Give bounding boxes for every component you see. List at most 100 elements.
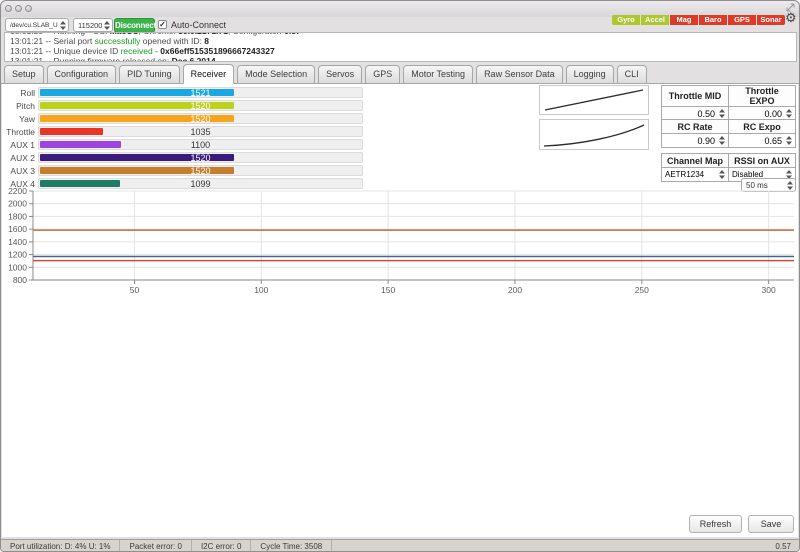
number-stepper-icon[interactable]: [719, 109, 725, 118]
tab-configuration[interactable]: Configuration: [46, 65, 117, 84]
zoom-window-button[interactable]: [25, 5, 32, 12]
channel-row-throttle: Throttle 1035: [3, 126, 383, 139]
rc-rate-value: 0.90: [697, 135, 715, 146]
axis-tick-label: 50: [130, 285, 140, 295]
throttle-settings-table: Throttle MID Throttle EXPO 0.50 0.00: [661, 85, 796, 121]
channel-row-yaw: Yaw 1520: [3, 113, 383, 126]
sensor-strip: Gyro Accel Mag Baro GPS Sonar: [612, 15, 785, 25]
tab-strip: Setup Configuration PID Tuning Receiver Mode…: [1, 63, 799, 84]
tab-raw-sensor-data[interactable]: Raw Sensor Data: [476, 65, 563, 84]
rc-expo-input[interactable]: 0.65: [732, 136, 792, 146]
minimize-window-button[interactable]: [15, 5, 22, 12]
channel-value: 1100: [190, 140, 211, 150]
rc-channels-graph: 800 1000 1200 1400 1600 1800 2000 2200 50 100 150 2…: [8, 186, 794, 295]
log-line: 13:01:21 -- Serial port successfully ope…: [10, 36, 209, 46]
auto-connect-checkbox[interactable]: ✓: [158, 20, 167, 29]
select-stepper-icon: [60, 20, 66, 30]
axis-tick-label: 1600: [8, 224, 27, 234]
channel-value: 1035: [190, 127, 211, 137]
channel-label: Throttle: [6, 127, 35, 137]
serial-port-select[interactable]: /dev/cu.SLAB_US: [5, 18, 69, 32]
throttle-expo-input[interactable]: 0.00: [732, 109, 792, 119]
axis-tick-label: 1800: [8, 211, 27, 221]
sensor-badge-gps: GPS: [728, 15, 756, 25]
number-stepper-icon[interactable]: [786, 136, 792, 145]
sensor-badge-accel: Accel: [641, 15, 669, 25]
axis-tick-label: 1200: [8, 250, 27, 260]
channel-meter-bar: [40, 141, 121, 148]
axis-tick-label: 150: [381, 285, 395, 295]
axis-tick-label: 800: [13, 275, 27, 285]
channel-row-aux-2: AUX 2 1520: [3, 152, 383, 165]
tab-cli[interactable]: CLI: [616, 65, 647, 84]
status-segment: I2C error: 0: [192, 540, 252, 551]
channel-row-aux-3: AUX 3 1520: [3, 165, 383, 178]
status-bar: Port utilization: D: 4% U: 1% Packet erro…: [1, 539, 799, 551]
close-window-button[interactable]: [5, 5, 12, 12]
tab-servos[interactable]: Servos: [318, 65, 363, 84]
throttle-expo-header: Throttle EXPO: [728, 85, 796, 107]
sensor-badge-baro: Baro: [699, 15, 727, 25]
baud-rate-select[interactable]: 115200: [73, 18, 113, 32]
rc-expo-curve-preview: [539, 119, 649, 150]
rc-rate-input[interactable]: 0.90: [665, 136, 725, 146]
channel-label: AUX 3: [10, 166, 35, 176]
axis-tick-label: 250: [635, 285, 649, 295]
disconnect-button[interactable]: Disconnect: [114, 18, 156, 33]
throttle-mid-value: 0.50: [697, 108, 715, 119]
tab-pid-tuning[interactable]: PID Tuning: [119, 65, 180, 84]
channel-meter-track: 1035: [38, 126, 363, 137]
log-line: 13:01:21 -- Running firmware released on…: [10, 56, 216, 62]
log-box[interactable]: 13:01:20 -- Running - OS: MacOS, Chrome:…: [4, 32, 797, 62]
channel-meter-list: Roll 1521 Pitch 1520 Yaw 1520 Throttle 1035 AUX …: [3, 87, 383, 191]
status-segment: Cycle Time: 3508: [251, 540, 333, 551]
channel-map-select[interactable]: AETR1234: [665, 170, 725, 179]
channel-value: 1521: [190, 88, 211, 98]
rc-rate-header: RC Rate: [661, 119, 729, 134]
axis-tick-label: 1400: [8, 237, 27, 247]
channel-map-header: Channel Map: [661, 153, 729, 168]
channel-meter-bar: [40, 128, 104, 135]
channel-value: 1520: [190, 101, 211, 111]
channel-meter-track: 1520: [38, 165, 363, 176]
tab-receiver[interactable]: Receiver: [182, 64, 235, 84]
number-stepper-icon[interactable]: [719, 136, 725, 145]
channel-value: 1520: [190, 114, 211, 124]
rc-expo-header: RC Expo: [728, 119, 796, 134]
save-button[interactable]: Save: [748, 515, 794, 533]
axis-tick-label: 100: [254, 285, 268, 295]
number-stepper-icon[interactable]: [786, 109, 792, 118]
log-line: 13:01:21 -- Unique device ID received - …: [10, 46, 275, 56]
app-window: /dev/cu.SLAB_US 115200 Disconnect ✓ Auto…: [0, 0, 800, 552]
channel-label: AUX 1: [10, 140, 35, 150]
channel-meter-track: 1100: [38, 139, 363, 150]
channel-label: AUX 2: [10, 153, 35, 163]
throttle-curve-preview: [539, 85, 649, 115]
refresh-button[interactable]: Refresh: [689, 515, 742, 533]
sensor-badge-sonar: Sonar: [757, 15, 785, 25]
tab-setup[interactable]: Setup: [4, 65, 44, 84]
tab-gps[interactable]: GPS: [365, 65, 401, 84]
channel-map-value: AETR1234: [665, 170, 705, 179]
throttle-expo-value: 0.00: [764, 108, 782, 119]
channel-value: 1520: [190, 166, 211, 176]
channel-value: 1520: [190, 153, 211, 163]
axis-tick-label: 2000: [8, 199, 27, 209]
tab-mode-selection[interactable]: Mode Selection: [237, 65, 316, 84]
channel-label: Pitch: [16, 101, 35, 111]
throttle-mid-input[interactable]: 0.50: [665, 109, 725, 119]
sensor-badge-gyro: Gyro: [612, 15, 640, 25]
tab-logging[interactable]: Logging: [565, 65, 614, 84]
axis-tick-label: 2200: [8, 186, 27, 196]
channel-label: Yaw: [19, 114, 35, 124]
settings-gear-icon[interactable]: ⚙: [785, 11, 797, 25]
axis-tick-label: 1000: [8, 262, 27, 272]
channel-meter-track: 1520: [38, 152, 363, 163]
status-segment: Port utilization: D: 4% U: 1%: [1, 540, 121, 551]
status-segment: Packet error: 0: [120, 540, 192, 551]
rc-expo-value: 0.65: [764, 135, 782, 146]
tab-motor-testing[interactable]: Motor Testing: [403, 65, 474, 84]
channel-meter-track: 1520: [38, 113, 363, 124]
channel-row-roll: Roll 1521: [3, 87, 383, 100]
configurator-version: 0.57: [775, 542, 791, 551]
